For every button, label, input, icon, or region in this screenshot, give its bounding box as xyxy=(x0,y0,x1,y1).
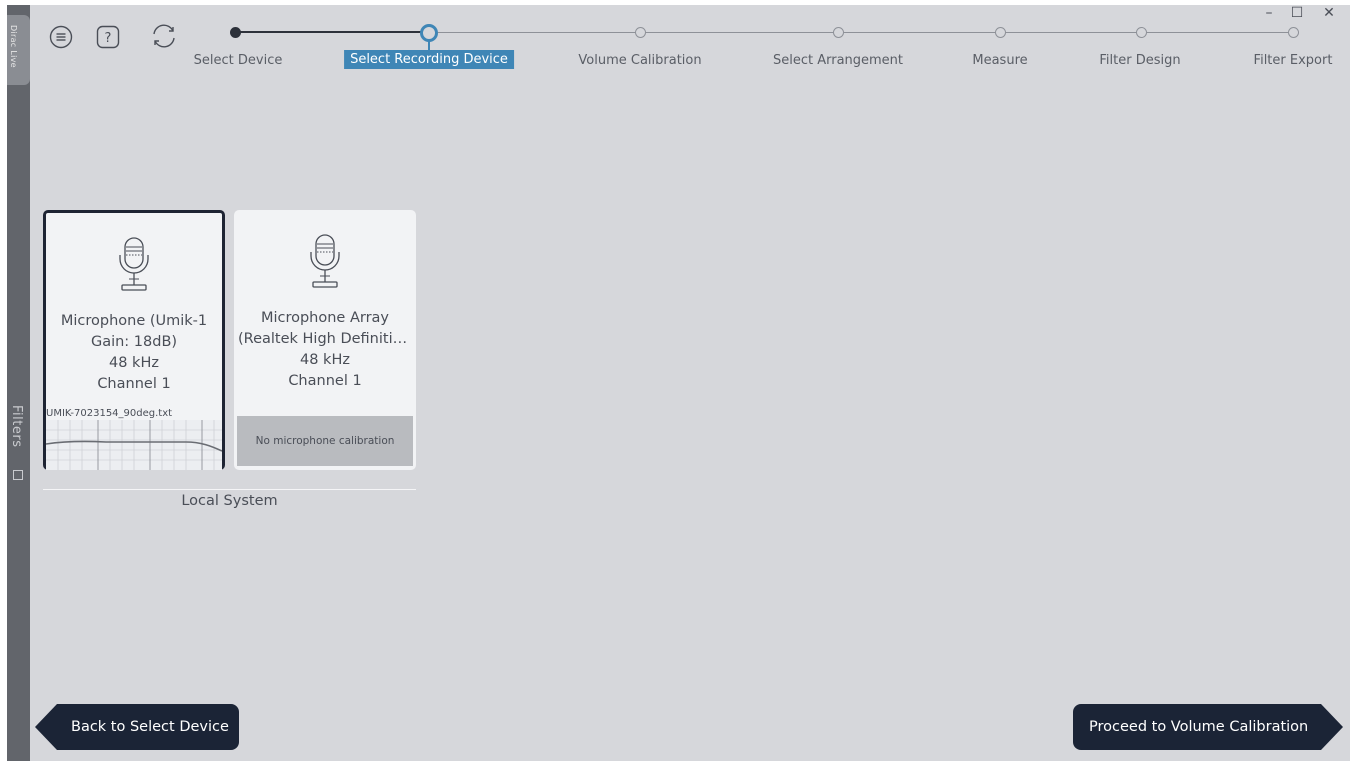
stepper-line-pending xyxy=(425,32,1293,33)
microphone-icon xyxy=(310,234,340,288)
app-window: Dirac Live Filters ? Select Device Selec… xyxy=(7,5,1350,761)
step-label-select-device[interactable]: Select Device xyxy=(194,53,283,68)
step-label-measure[interactable]: Measure xyxy=(972,53,1027,68)
step-dot-select-device[interactable] xyxy=(230,27,241,38)
maximize-button[interactable]: ☐ xyxy=(1287,5,1307,21)
minimize-button[interactable]: – xyxy=(1259,5,1279,21)
no-calibration-box[interactable]: No microphone calibration xyxy=(237,416,413,466)
back-button[interactable]: Back to Select Device xyxy=(35,704,239,750)
device-info: Microphone Array (Realtek High Definitio… xyxy=(234,308,416,392)
microphone-icon xyxy=(119,237,149,291)
calibration-file-name: UMIK-7023154_90deg.txt xyxy=(46,408,173,419)
filters-checkbox[interactable] xyxy=(13,470,23,480)
step-dot-filter-export[interactable] xyxy=(1288,27,1299,38)
group-divider xyxy=(43,489,416,490)
device-name-line2: (Realtek High Definition Audio) xyxy=(238,331,416,347)
step-label-select-recording-device[interactable]: Select Recording Device xyxy=(344,50,514,69)
device-channel: Channel 1 xyxy=(97,376,171,392)
close-button[interactable]: ✕ xyxy=(1319,5,1339,21)
step-dot-measure[interactable] xyxy=(995,27,1006,38)
step-dot-select-arrangement[interactable] xyxy=(833,27,844,38)
device-channel: Channel 1 xyxy=(288,373,362,389)
device-sample-rate: 48 kHz xyxy=(300,352,350,368)
step-label-filter-export[interactable]: Filter Export xyxy=(1254,53,1333,68)
proceed-button[interactable]: Proceed to Volume Calibration xyxy=(1073,704,1343,750)
left-edge xyxy=(0,5,7,761)
device-name-line1: Microphone Array xyxy=(260,310,390,326)
stepper-line-done xyxy=(233,31,425,33)
step-dot-volume-calibration[interactable] xyxy=(635,27,646,38)
device-sample-rate: 48 kHz xyxy=(109,355,159,371)
device-card-umik[interactable]: Microphone (Umik-1 Gain: 18dB) 48 kHz Ch… xyxy=(43,210,225,470)
group-label: Local System xyxy=(181,493,278,509)
step-label-filter-design[interactable]: Filter Design xyxy=(1099,53,1180,68)
device-name-line2: Gain: 18dB) xyxy=(90,334,178,350)
device-card-mic-array[interactable]: Microphone Array (Realtek High Definitio… xyxy=(234,210,416,470)
step-dot-filter-design[interactable] xyxy=(1136,27,1147,38)
step-label-volume-calibration[interactable]: Volume Calibration xyxy=(578,53,701,68)
filters-tab-label[interactable]: Filters xyxy=(9,405,24,447)
device-name-line1: Microphone (Umik-1 xyxy=(60,313,208,329)
device-info: Microphone (Umik-1 Gain: 18dB) 48 kHz Ch… xyxy=(46,311,222,395)
progress-stepper: Select Device Select Recording Device Vo… xyxy=(7,5,1350,85)
calibration-curve-graph[interactable] xyxy=(46,420,222,470)
side-rail: Dirac Live Filters xyxy=(7,5,30,761)
step-label-select-arrangement[interactable]: Select Arrangement xyxy=(773,53,903,68)
